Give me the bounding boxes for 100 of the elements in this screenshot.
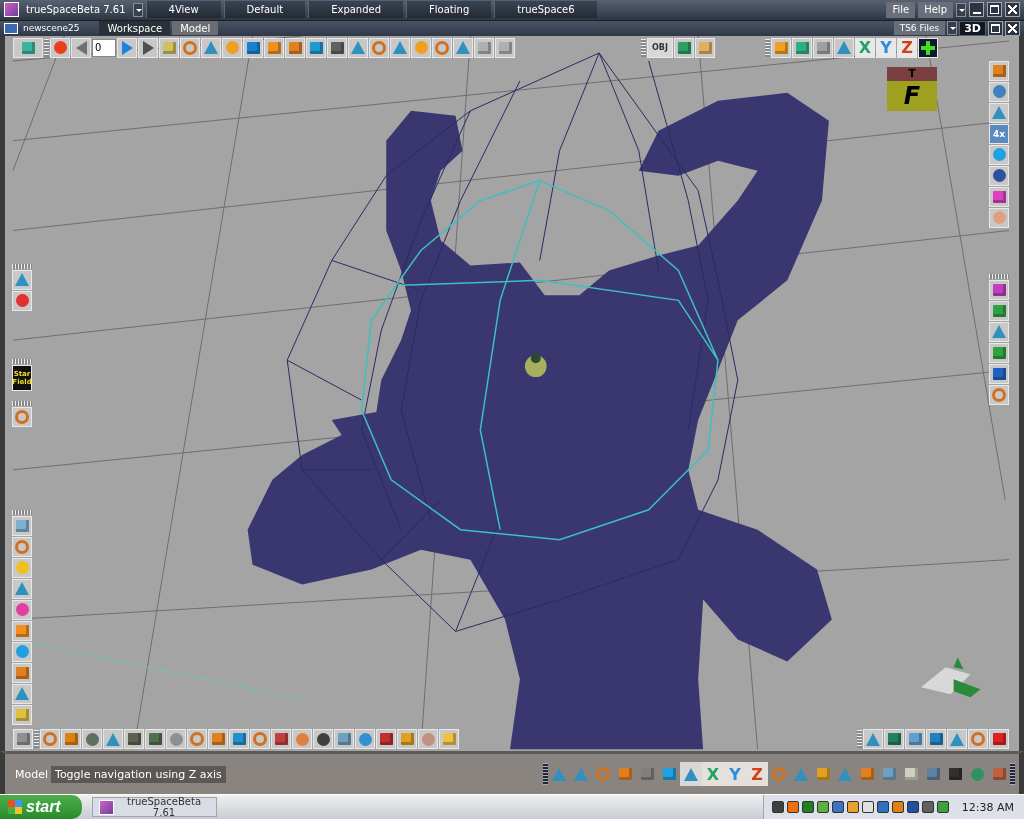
tray-icon[interactable] <box>861 801 874 813</box>
toolbar-grip[interactable] <box>765 38 770 57</box>
cross-icon[interactable] <box>918 37 938 58</box>
cube-icon[interactable] <box>989 279 1009 300</box>
tray-icon[interactable] <box>936 801 949 813</box>
layout-tab[interactable]: Floating <box>406 1 492 19</box>
window-icon <box>4 22 18 34</box>
cube-icon[interactable] <box>243 37 263 58</box>
cube-icon[interactable] <box>792 37 812 58</box>
cube-icon[interactable] <box>989 300 1009 321</box>
axis-button[interactable]: Y <box>876 37 896 58</box>
tray-icon[interactable] <box>876 801 889 813</box>
toolbar-grip[interactable] <box>44 38 49 57</box>
cube-icon[interactable] <box>229 729 249 750</box>
tray-icon[interactable] <box>786 801 799 813</box>
cube-icon[interactable] <box>989 186 1009 207</box>
trash-icon[interactable] <box>13 729 33 750</box>
cube-icon[interactable] <box>145 729 165 750</box>
tray-icon[interactable] <box>831 801 844 813</box>
ring-icon[interactable] <box>432 37 452 58</box>
toolbar-grip[interactable] <box>34 730 39 749</box>
cube-icon[interactable] <box>285 37 305 58</box>
layout-tab[interactable]: Expanded <box>308 1 404 19</box>
axis-button[interactable]: Y <box>724 762 746 787</box>
cube-icon[interactable] <box>905 729 925 750</box>
cube-icon[interactable] <box>264 37 284 58</box>
ring-icon[interactable] <box>250 729 270 750</box>
minimize-button[interactable] <box>969 2 984 18</box>
ring-icon[interactable] <box>369 37 389 58</box>
files-button[interactable]: TS6 Files <box>893 21 946 36</box>
cube-icon[interactable] <box>271 729 291 750</box>
cube-icon[interactable] <box>674 37 694 58</box>
toolbar-grip[interactable] <box>1010 763 1015 786</box>
axis-button[interactable]: Z <box>746 762 768 787</box>
tab[interactable]: Workspace <box>99 21 171 36</box>
view-cube-top[interactable]: T <box>887 66 937 81</box>
multi-view-button[interactable]: 4x <box>989 123 1009 144</box>
start-button[interactable]: start <box>0 795 82 819</box>
toolbar-grip[interactable] <box>12 263 32 269</box>
axis-button[interactable]: X <box>855 37 875 58</box>
tray-icon[interactable] <box>801 801 814 813</box>
cube-icon[interactable] <box>813 37 833 58</box>
cube-icon[interactable] <box>334 729 354 750</box>
layout-tab[interactable]: Default <box>223 1 306 19</box>
cube-icon[interactable] <box>397 729 417 750</box>
cube-icon[interactable] <box>306 37 326 58</box>
cube-icon[interactable] <box>884 729 904 750</box>
axis-gizmo-icon <box>920 657 981 698</box>
toolbar-grip[interactable] <box>12 400 32 406</box>
cube-icon[interactable] <box>61 729 81 750</box>
menu-item[interactable]: Help <box>918 1 953 18</box>
toolbar-grip[interactable] <box>641 38 646 57</box>
cube-icon[interactable] <box>12 620 32 641</box>
menu-item[interactable]: File <box>886 1 916 18</box>
tray-icon[interactable] <box>816 801 829 813</box>
tray-icon[interactable] <box>846 801 859 813</box>
layout-tab[interactable]: trueSpace6 <box>494 1 597 19</box>
tray-icon[interactable] <box>906 801 919 813</box>
cube-icon[interactable] <box>12 662 32 683</box>
tray-icon[interactable] <box>921 801 934 813</box>
ring-icon[interactable] <box>12 406 32 427</box>
tray-icon[interactable] <box>771 801 784 813</box>
cube-icon[interactable] <box>124 729 144 750</box>
cube-icon[interactable] <box>13 37 43 58</box>
cube-icon[interactable] <box>327 37 347 58</box>
window-title: trueSpaceBeta 7.61 <box>26 4 126 16</box>
caret-icon[interactable] <box>956 2 966 17</box>
cube-icon[interactable] <box>926 729 946 750</box>
view-cube-front[interactable]: F <box>887 80 937 111</box>
toolbar-grip[interactable] <box>12 509 32 515</box>
cube-icon[interactable] <box>376 729 396 750</box>
close-button[interactable] <box>1005 2 1020 18</box>
tray-icon[interactable] <box>891 801 904 813</box>
ring-icon[interactable] <box>180 37 200 58</box>
cube-icon[interactable] <box>989 363 1009 384</box>
toolbar-grip[interactable] <box>857 730 862 749</box>
cube-icon[interactable] <box>989 342 1009 363</box>
clock: 12:38 AM <box>961 800 1014 814</box>
frame-field[interactable]: 0 <box>92 38 116 57</box>
taskbar-button[interactable]: trueSpaceBeta 7.61 <box>92 797 217 817</box>
obj-button[interactable]: OBJ <box>647 37 673 58</box>
caret-icon[interactable] <box>947 21 958 36</box>
toolbar-grip[interactable] <box>989 273 1009 279</box>
tab[interactable]: Model <box>172 21 219 36</box>
toolbar-grip[interactable] <box>12 358 32 364</box>
toolbar-grip[interactable] <box>543 763 548 786</box>
app-icon <box>4 2 19 18</box>
ring-icon[interactable] <box>12 536 32 557</box>
restore-button[interactable] <box>987 2 1002 18</box>
record-icon[interactable] <box>50 37 70 58</box>
cube-icon[interactable] <box>12 515 32 536</box>
axis-button[interactable]: Z <box>897 37 917 58</box>
cube-icon[interactable] <box>989 60 1009 81</box>
layout-tab[interactable]: 4View <box>145 1 221 19</box>
caret-icon[interactable] <box>132 2 143 17</box>
ring-icon[interactable] <box>40 729 60 750</box>
cube-icon[interactable] <box>208 729 228 750</box>
ring-icon[interactable] <box>968 729 988 750</box>
cube-icon[interactable] <box>989 729 1009 750</box>
ring-icon[interactable] <box>187 729 207 750</box>
